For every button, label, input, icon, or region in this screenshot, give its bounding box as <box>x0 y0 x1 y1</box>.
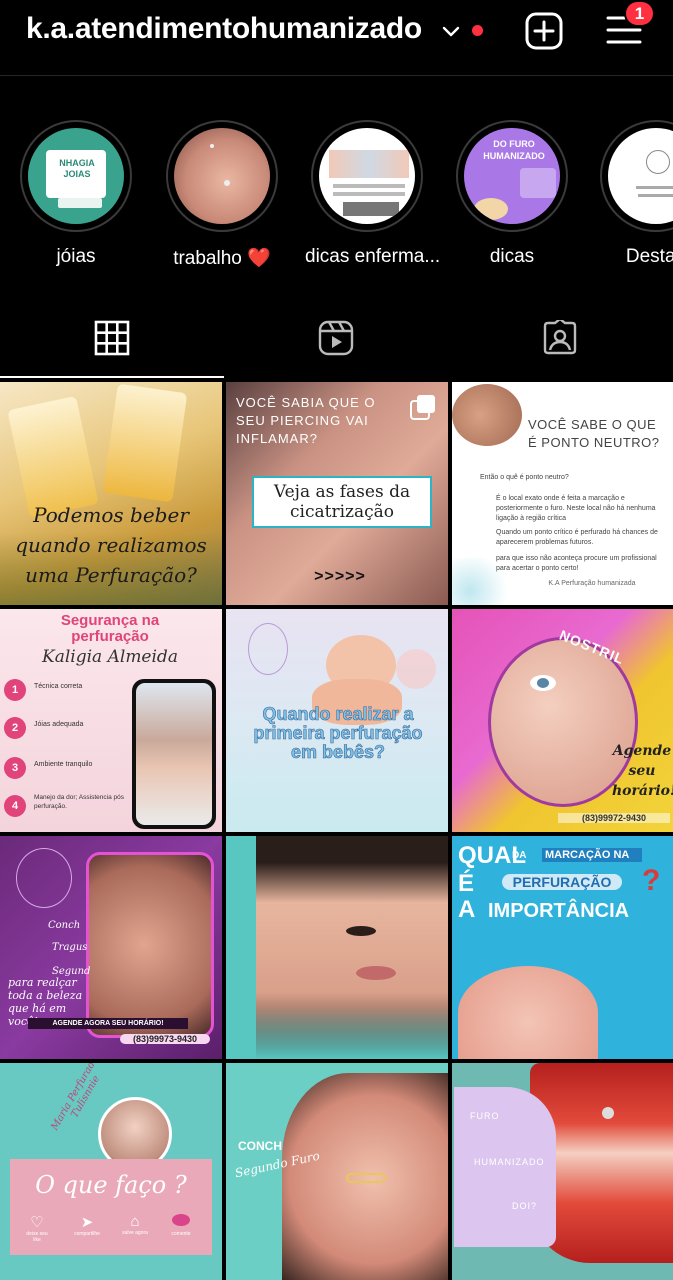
post-tile[interactable]: Maria Perfurador Tulisnnie O que faço ? … <box>0 1063 222 1280</box>
new-activity-dot <box>472 25 483 36</box>
create-post-icon[interactable] <box>524 11 564 51</box>
safety-item: Manejo da dor; Assistencia pós perfuraçã… <box>34 794 124 810</box>
post-body: Quando um ponto crítico é perfurado há c… <box>496 529 658 546</box>
safety-item: Ambiente tranquilo <box>34 761 93 768</box>
tab-reels[interactable] <box>224 300 448 378</box>
highlight-joias-thumb-text: NHAGIA JOIAS <box>59 158 95 179</box>
post-caption: Podemos beber quando realizamos uma Perf… <box>15 503 207 587</box>
post-tile[interactable]: CONCH Segundo Furo <box>226 1063 448 1280</box>
post-phone: (83)99973-9430 <box>120 1034 210 1044</box>
post-phone: (83)99972-9430 <box>558 813 670 823</box>
highlight-dicas-enfermagem[interactable]: dicas enferma... <box>305 120 441 268</box>
active-tab-indicator <box>0 376 224 378</box>
post-tile[interactable]: NOSTRIL Agende seu horário! (83)99972-94… <box>452 609 673 832</box>
reels-icon <box>318 320 354 356</box>
post-headline: A <box>458 896 476 923</box>
post-headline: É <box>458 870 475 897</box>
safety-item: Técnica correta <box>34 683 83 690</box>
post-arrows: >>>>> <box>314 568 366 585</box>
post-tile[interactable]: Segurança na perfuração Kaligia Almeida … <box>0 609 222 832</box>
profile-tabs <box>0 300 673 378</box>
post-headline: DA <box>512 850 527 861</box>
post-headline: Segurança na perfuração <box>60 612 160 645</box>
highlight-joias[interactable]: NHAGIA JOIAS jóias <box>14 120 138 268</box>
username-switcher[interactable]: k.a.atendimentohumanizado <box>26 12 422 46</box>
notification-badge: 1 <box>624 0 655 27</box>
post-caption: Quando realizar a primeira perfuração em… <box>253 704 423 762</box>
post-headline: MARCAÇÃO NA <box>542 848 642 862</box>
highlight-trabalho[interactable]: trabalho ❤️ <box>160 120 284 270</box>
action-label: deixe seu like <box>26 1231 48 1243</box>
tab-tagged[interactable] <box>448 300 672 378</box>
highlight-destaques[interactable]: Destaq <box>594 120 673 268</box>
highlight-label: trabalho ❤️ <box>173 248 271 269</box>
post-headline: VOCÊ SABE O QUE É PONTO NEUTRO? <box>528 417 660 450</box>
safety-item: Jóias adequada <box>34 721 84 728</box>
post-tile[interactable]: Quando realizar a primeira perfuração em… <box>226 609 448 832</box>
post-body: para que isso não aconteça procure um pr… <box>496 555 657 572</box>
post-cta: AGENDE AGORA SEU HORÁRIO! <box>28 1018 188 1029</box>
post-tile[interactable] <box>226 836 448 1059</box>
post-body: É o local exato onde é feita a marcação … <box>496 495 656 522</box>
post-question: Então o quê é ponto neutro? <box>480 474 569 481</box>
action-label: salve agora <box>122 1230 148 1236</box>
post-tile[interactable]: FURO HUMANIZADO DOI? <box>452 1063 673 1280</box>
action-label: comente <box>171 1231 191 1237</box>
story-highlights: NHAGIA JOIAS jóias trabalho ❤️ dicas enf… <box>0 120 673 280</box>
highlight-dicas[interactable]: DO FURO HUMANIZADO dicas <box>450 120 574 268</box>
post-headline: VOCÊ SABIA QUE O SEU PIERCING VAI INFLAM… <box>236 395 376 446</box>
ear-label: CONCH <box>238 1139 282 1153</box>
post-tile[interactable]: QUAL É A DA MARCAÇÃO NA PERFURAÇÃO IMPOR… <box>452 836 673 1059</box>
carousel-icon <box>410 395 435 420</box>
tagged-icon <box>543 320 577 355</box>
post-callout: Veja as fases da cicatrização <box>273 482 411 522</box>
tab-posts-grid[interactable] <box>0 300 224 378</box>
action-label: compartilhe <box>74 1231 100 1237</box>
highlight-dicas-thumb-text: DO FURO HUMANIZADO <box>483 139 545 161</box>
post-tile[interactable]: Conch Tragus Segund para realçar toda a … <box>0 836 222 1059</box>
highlight-label: dicas enferma... <box>305 246 441 267</box>
post-cta: Agende seu horário! <box>612 743 673 799</box>
highlight-label: dicas <box>489 246 535 267</box>
highlight-label: Destaq <box>625 246 673 267</box>
post-headline: PERFURAÇÃO <box>502 874 622 890</box>
ear-label: Tragus <box>52 942 88 953</box>
grid-icon <box>94 320 130 356</box>
ear-label: Conch <box>48 920 81 931</box>
post-headline: FURO <box>470 1111 500 1121</box>
post-signature: K.A Perfuração humanizada <box>548 580 636 587</box>
post-headline: HUMANIZADO <box>474 1157 545 1167</box>
post-headline: DOI? <box>512 1201 538 1211</box>
post-caption: O que faço ? <box>35 1171 187 1199</box>
highlight-label: jóias <box>56 246 96 267</box>
post-tile[interactable]: Podemos beber quando realizamos uma Perf… <box>0 382 222 605</box>
post-tile[interactable]: VOCÊ SABIA QUE O SEU PIERCING VAI INFLAM… <box>226 382 448 605</box>
post-name: Kaligia Almeida <box>42 647 178 667</box>
post-tile[interactable]: VOCÊ SABE O QUE É PONTO NEUTRO? Então o … <box>452 382 673 605</box>
chevron-down-icon[interactable] <box>440 20 462 42</box>
profile-header: k.a.atendimentohumanizado 1 <box>0 0 673 76</box>
post-headline: IMPORTÂNCIA <box>488 900 630 922</box>
